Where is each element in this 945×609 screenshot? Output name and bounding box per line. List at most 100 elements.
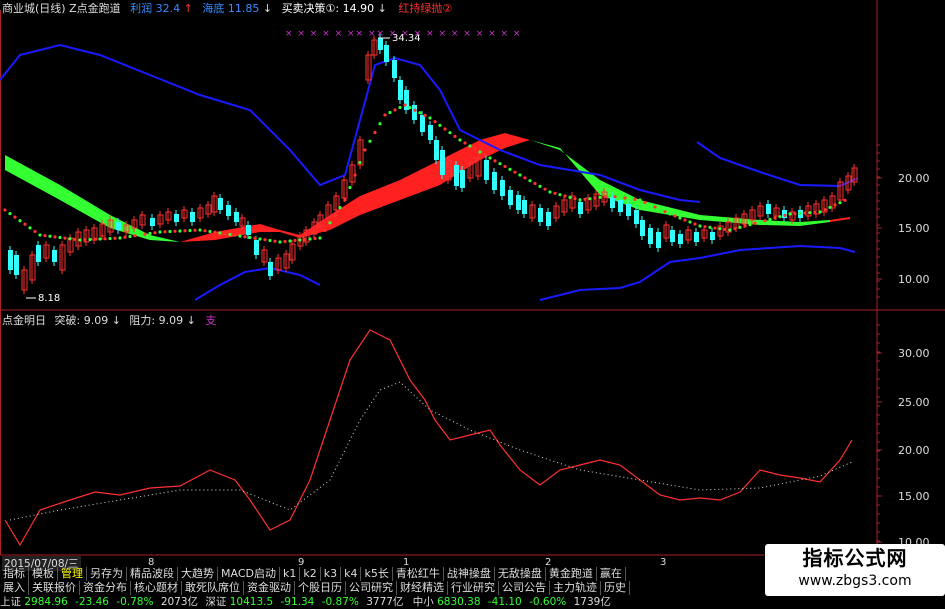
- ma-dot: [118, 236, 122, 240]
- tab-row1-16[interactable]: 赢在: [597, 567, 626, 581]
- candle-down: [522, 200, 527, 214]
- boll-upper-right: [696, 141, 859, 188]
- tab-row1-14[interactable]: 无敌操盘: [495, 567, 546, 581]
- ma-dot: [493, 159, 497, 163]
- ma-dot: [838, 201, 842, 205]
- tab-row1-15[interactable]: 黄金跑道: [546, 567, 597, 581]
- tab-row1-13[interactable]: 战神操盘: [444, 567, 495, 581]
- ma-dot: [203, 229, 207, 233]
- tab-row-1: 指标 模板 管理 另存为 精品波段 大趋势 MACD启动 k1 k2 k3 k4 k5长 青松红牛 战神操…: [0, 567, 626, 581]
- tab-row1-5[interactable]: 大趋势: [178, 567, 218, 581]
- ma-dot: [438, 123, 442, 127]
- zx-label: 中小: [412, 596, 434, 608]
- price-tick-label: 10.00: [898, 273, 930, 286]
- ma-dot: [578, 198, 582, 202]
- candle-down: [246, 225, 251, 235]
- candle-down: [492, 172, 497, 190]
- ma-dot: [298, 238, 302, 242]
- tab-row2-1[interactable]: 关联报价: [29, 581, 80, 595]
- ma-dot: [753, 221, 757, 225]
- ma-dot: [43, 234, 47, 238]
- site-watermark: 指标公式网 www.zbgs3.com: [765, 544, 945, 596]
- ma-dot: [8, 211, 12, 216]
- ma-dot: [338, 206, 342, 210]
- tab-row2-5[interactable]: 资金驱动: [244, 581, 295, 595]
- tab-row2-10[interactable]: 公司公告: [499, 581, 550, 595]
- ma-dot: [148, 231, 152, 236]
- ma-dot: [113, 236, 117, 240]
- ma-dot: [3, 208, 7, 212]
- tab-row2-0[interactable]: 展入: [0, 581, 29, 595]
- ma-dot: [698, 224, 702, 228]
- ma-dot: [188, 228, 192, 233]
- tab-row1-7[interactable]: k1: [280, 567, 301, 581]
- tab-row1-8[interactable]: k2: [300, 567, 321, 581]
- ma-dot: [233, 233, 237, 237]
- ma-dot: [598, 195, 602, 199]
- candle-down: [694, 232, 699, 242]
- ma-dot: [813, 210, 817, 214]
- tab-row2-12[interactable]: 历史: [601, 581, 630, 595]
- ma-dot: [473, 147, 477, 151]
- tab-row1-1[interactable]: 模板: [29, 567, 58, 581]
- ma-dot: [323, 228, 327, 232]
- tab-row2-11[interactable]: 主力轨迹: [550, 581, 601, 595]
- ma-dot: [413, 108, 417, 112]
- candle-down: [398, 80, 403, 100]
- candle-down: [428, 125, 433, 140]
- ma-dot: [718, 227, 722, 231]
- ma-dot: [218, 231, 222, 235]
- candle-down: [516, 195, 521, 210]
- ma-dot: [528, 179, 532, 183]
- candle-down: [618, 200, 623, 212]
- ma-dot: [508, 167, 512, 171]
- candle-down: [460, 170, 465, 188]
- ma-dot: [593, 196, 597, 200]
- ma-dot: [553, 191, 557, 195]
- break-label: 突破: 9.09: [54, 314, 109, 327]
- resist-arrow: ↓: [186, 314, 196, 327]
- ma-dot: [658, 207, 662, 211]
- tab-row1-11[interactable]: k5长: [361, 567, 393, 581]
- ma-dot: [318, 236, 322, 240]
- tab-row2-3[interactable]: 核心题材: [131, 581, 182, 595]
- tab-row2-8[interactable]: 财经精选: [397, 581, 448, 595]
- ma-dot: [263, 238, 267, 242]
- ma-dot: [783, 213, 787, 217]
- ma-dot: [758, 220, 762, 224]
- chart-canvas[interactable]: 20.00 15.00 10.00 30.00 25.00 20.00 15.00 10.0…: [0, 0, 945, 609]
- candle-down: [420, 115, 425, 132]
- ma-dot: [133, 234, 137, 238]
- tab-row1-10[interactable]: k4: [341, 567, 362, 581]
- tab-row1-0[interactable]: 指标: [0, 567, 29, 581]
- ma-dot: [808, 211, 812, 215]
- tab-row2-9[interactable]: 行业研究: [448, 581, 499, 595]
- ma-dot: [638, 198, 642, 202]
- candle-down: [440, 150, 445, 175]
- ma-dot: [628, 197, 632, 201]
- ma-dot: [568, 195, 572, 199]
- ma-dot: [488, 156, 492, 160]
- tab-row1-3[interactable]: 另存为: [87, 567, 127, 581]
- tab-row1-2[interactable]: 管理: [58, 567, 87, 581]
- tab-row2-7[interactable]: 公司研究: [346, 581, 397, 595]
- watermark-title: 指标公式网: [802, 546, 908, 570]
- ma-dot: [108, 236, 112, 241]
- candle-down: [174, 214, 179, 222]
- tab-row1-9[interactable]: k3: [321, 567, 342, 581]
- ma-dot: [458, 138, 462, 142]
- tab-row1-6[interactable]: MACD启动: [218, 567, 280, 581]
- ma-dot: [363, 148, 367, 152]
- tab-row2-4[interactable]: 敢死队席位: [182, 581, 244, 595]
- ma-dot: [703, 225, 707, 229]
- tab-row1-4[interactable]: 精品波段: [127, 567, 178, 581]
- ind-tick-label: 20.00: [898, 444, 930, 457]
- tab-row2-6[interactable]: 个股日历: [295, 581, 346, 595]
- ma-dot: [573, 197, 577, 201]
- candle-down: [268, 262, 273, 276]
- tab-row1-12[interactable]: 青松红牛: [393, 567, 444, 581]
- ma-dot: [178, 229, 182, 233]
- ma-dot: [633, 197, 637, 201]
- tab-row2-2[interactable]: 资金分布: [80, 581, 131, 595]
- ma-dot: [88, 237, 92, 242]
